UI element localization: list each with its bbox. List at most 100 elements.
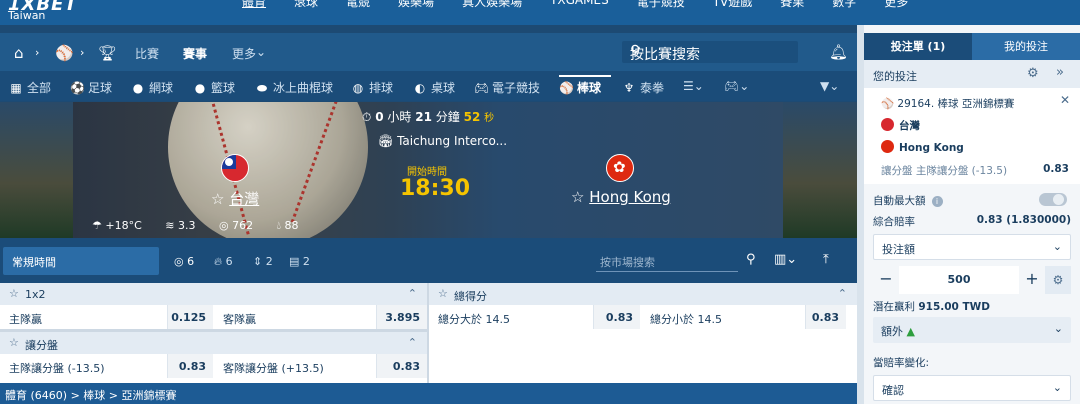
tab-my-bets[interactable]: 我的投注 bbox=[972, 33, 1080, 60]
star-icon[interactable]: ☆ bbox=[211, 190, 224, 208]
tab-matches[interactable]: 比賽 bbox=[135, 45, 159, 62]
home-icon[interactable]: ⌂ bbox=[14, 44, 24, 62]
stadium-name: 🏟︎ Taichung Interco... bbox=[378, 134, 508, 148]
odd-away-handicap[interactable]: 客隊讓分盤 (+13.5) 0.83 bbox=[214, 354, 427, 378]
odds-change-select[interactable]: 確認 ⌄ bbox=[873, 375, 1071, 401]
gear-icon[interactable]: ⚙ bbox=[1045, 266, 1071, 294]
warning-icon: ▲ bbox=[906, 325, 915, 338]
tab-events[interactable]: 賽事 bbox=[183, 45, 207, 62]
chevron-down-icon: ⌄ bbox=[12, 253, 22, 266]
filter-stats-markets[interactable]: ▤ 2 bbox=[289, 255, 310, 268]
sport-tennis[interactable]: ● 網球 bbox=[131, 79, 173, 96]
nav-item-live-casino[interactable]: 真人娛樂場 bbox=[448, 0, 536, 18]
star-icon[interactable]: ☆ bbox=[571, 188, 584, 206]
baseball-icon: ⚾ bbox=[559, 81, 574, 95]
baseball-image bbox=[168, 102, 368, 238]
tab-bet-slip[interactable]: 投注單 (1) bbox=[864, 33, 972, 60]
stadium-icon: 🏟︎ bbox=[378, 134, 394, 148]
trophy-icon[interactable]: 🏆︎ bbox=[98, 44, 117, 62]
bell-icon[interactable]: 🔔︎ bbox=[829, 43, 848, 61]
baseball-icon[interactable]: ⚾ bbox=[55, 44, 74, 62]
chevron-up-icon[interactable]: ⌃ bbox=[408, 287, 417, 300]
extra-select[interactable]: 額外 ▲ ⌄ bbox=[873, 317, 1071, 343]
sport-baseball[interactable]: ⚾ 棒球 bbox=[559, 79, 601, 96]
chevron-up-icon[interactable]: ⌃ bbox=[408, 336, 417, 349]
search-icon[interactable]: ⚲ bbox=[630, 43, 790, 59]
boxing-icon: ♆ bbox=[623, 81, 635, 95]
match-search-input[interactable]: 按比賽搜索 ⚲ bbox=[622, 41, 798, 63]
nav-item-esports-short[interactable]: 電競 bbox=[332, 0, 384, 18]
sport-muay-thai[interactable]: ♆ 泰拳 bbox=[622, 79, 664, 96]
auto-max-toggle[interactable] bbox=[1039, 193, 1067, 206]
gear-icon[interactable]: ⚙ bbox=[1027, 66, 1039, 81]
sport-soccer[interactable]: ⚽ 足球 bbox=[70, 79, 112, 96]
nav-item-txgames[interactable]: TXGAMES bbox=[536, 0, 623, 18]
stake-type-select[interactable]: 投注額 ⌄ bbox=[873, 234, 1071, 260]
chevron-down-icon: ⌄ bbox=[1053, 322, 1063, 335]
period-select[interactable]: 常規時間 ⌄ bbox=[3, 247, 159, 275]
nav-item-sports[interactable]: 體育 bbox=[228, 0, 280, 18]
sport-esports[interactable]: 🎮︎ 電子競技 bbox=[474, 79, 540, 96]
info-icon[interactable]: i bbox=[931, 196, 943, 207]
panel-gap bbox=[857, 25, 864, 404]
collapse-icon[interactable]: ⤒ bbox=[823, 252, 829, 267]
star-icon[interactable]: ☆ bbox=[438, 287, 448, 300]
sport-all[interactable]: ▦ 全部 bbox=[9, 79, 51, 96]
nav-item-results[interactable]: 賽果 bbox=[766, 0, 818, 18]
filter-handicap-markets[interactable]: ⇕ 2 bbox=[253, 255, 273, 268]
more-sports-menu[interactable]: ☰⌄ bbox=[683, 79, 704, 93]
odd-away-win[interactable]: 客隊贏 3.895 bbox=[214, 305, 427, 329]
nav-item-numbers[interactable]: 數字 bbox=[818, 0, 870, 18]
star-icon[interactable]: ☆ bbox=[9, 287, 19, 300]
plus-button[interactable]: + bbox=[1019, 266, 1045, 294]
minus-button[interactable]: − bbox=[873, 266, 899, 294]
flag-taiwan-icon bbox=[881, 118, 894, 131]
sport-basketball[interactable]: ● 籃球 bbox=[193, 79, 235, 96]
more-games-menu[interactable]: 🎮︎⌄ bbox=[724, 79, 749, 93]
odd-home-handicap[interactable]: 主隊讓分盤 (-13.5) 0.83 bbox=[0, 354, 213, 378]
away-team[interactable]: ☆ Hong Kong bbox=[571, 188, 671, 206]
chevron-down-icon: ⌄ bbox=[1052, 240, 1062, 253]
star-icon[interactable]: ☆ bbox=[9, 336, 19, 349]
active-sport-underline bbox=[559, 75, 611, 77]
odd-total-under[interactable]: 總分小於 14.5 0.83 bbox=[641, 305, 846, 329]
sport-volleyball[interactable]: ◍ 排球 bbox=[351, 79, 393, 96]
chevron-up-icon[interactable]: ⌃ bbox=[838, 287, 847, 300]
sport-table-tennis[interactable]: ◐ 桌球 bbox=[413, 79, 455, 96]
market-header-1x2[interactable]: ☆ 1x2 ⌃ bbox=[0, 283, 427, 305]
odds-change-label-row: 當賠率變化: bbox=[864, 352, 1080, 372]
breadcrumb[interactable]: 體育 (6460) > 棒球 > 亞洲錦標賽 bbox=[0, 383, 857, 404]
double-chevron-right-icon[interactable]: » bbox=[1056, 65, 1064, 80]
close-icon[interactable]: ✕ bbox=[1060, 93, 1070, 107]
sport-hockey[interactable]: ⬬ 冰上曲棍球 bbox=[255, 79, 333, 96]
filter-icon: ▼⌄ bbox=[820, 79, 840, 93]
weather-info: ☂ +18°C ≋ 3.3 ◎ 762 💧︎ 88 bbox=[92, 219, 319, 233]
row-divider bbox=[0, 329, 427, 332]
nav-item-more[interactable]: 更多 bbox=[870, 0, 922, 18]
columns-icon[interactable]: ▥⌄ bbox=[774, 252, 797, 267]
market-row: 總分大於 14.5 0.83 總分小於 14.5 0.83 bbox=[429, 305, 857, 329]
stake-stepper: − 500 + ⚙ bbox=[873, 266, 1071, 294]
nav-item-casino[interactable]: 娛樂場 bbox=[384, 0, 448, 18]
baseball-icon: ⚾ bbox=[881, 98, 895, 110]
nav-item-live[interactable]: 滾球 bbox=[280, 0, 332, 18]
market-header-total[interactable]: ☆ 總得分 ⌃ bbox=[429, 283, 857, 305]
tab-more[interactable]: 更多 bbox=[232, 45, 256, 62]
nav-item-tv-games[interactable]: TV遊戲 bbox=[699, 0, 767, 18]
filter-button[interactable]: ▼⌄ bbox=[820, 79, 839, 93]
chevron-right-icon: › bbox=[35, 46, 40, 59]
soccer-icon: ⚽ bbox=[70, 81, 85, 95]
search-icon[interactable]: ⚲ bbox=[746, 252, 756, 267]
home-team[interactable]: ☆ 台灣 bbox=[211, 188, 259, 209]
nav-item-esports[interactable]: 電子競技 bbox=[623, 0, 699, 18]
odd-total-over[interactable]: 總分大於 14.5 0.83 bbox=[429, 305, 640, 329]
filter-popular-markets[interactable]: 🔥︎ 6 bbox=[214, 255, 233, 269]
odd-home-win[interactable]: 主隊贏 0.125 bbox=[0, 305, 213, 329]
grid-icon: ▦ bbox=[10, 81, 22, 95]
brand-region: Taiwan bbox=[8, 9, 46, 22]
bet-team2: Hong Kong bbox=[881, 140, 964, 154]
filter-all-markets[interactable]: ◎ 6 bbox=[174, 255, 194, 268]
stake-input[interactable]: 500 bbox=[899, 266, 1019, 294]
market-search-input[interactable]: 按市場搜索 bbox=[596, 250, 738, 272]
market-header-handicap[interactable]: ☆ 讓分盤 ⌃ bbox=[0, 332, 427, 354]
